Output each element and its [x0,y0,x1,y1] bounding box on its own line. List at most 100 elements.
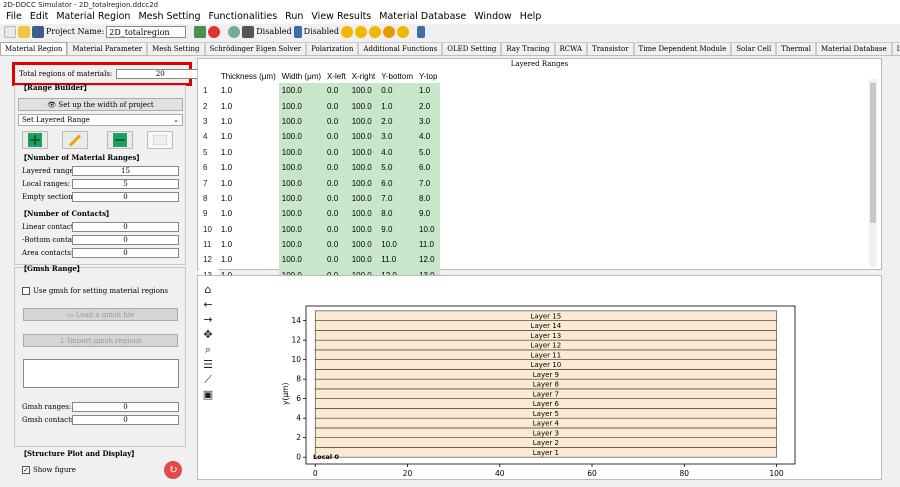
table-cell[interactable]: 1.0 [218,206,279,221]
tab-oled-setting[interactable]: OLED Setting [442,42,502,55]
table-cell[interactable]: 0.0 [324,221,349,237]
column-header[interactable]: Width (μm) [278,70,325,83]
blank-button[interactable] [147,131,173,149]
empty-sections-field[interactable]: 0 [72,192,179,202]
table-cell[interactable]: 7.0 [416,175,441,191]
table-cell[interactable]: 100.0 [278,129,325,145]
use-gmsh-checkbox[interactable] [22,287,30,295]
table-cell[interactable]: 1.0 [218,175,279,190]
menu-item-material-region[interactable]: Material Region [52,10,134,24]
tab-schr-dinger-eigen-solver[interactable]: Schrödinger Eigen Solver [204,42,307,55]
table-cell[interactable]: 6.0 [378,175,416,191]
table-cell[interactable]: 100.0 [278,221,325,237]
open-folder-icon[interactable] [18,26,30,38]
tab-ray-tracing[interactable]: Ray Tracing [501,42,555,55]
table-cell[interactable]: 10.0 [416,221,441,237]
table-cell[interactable]: 0.0 [324,236,349,253]
load-gmsh-button[interactable]: ▭ Load a gmsh file [23,308,178,321]
table-cell[interactable]: 1.0 [218,145,279,160]
row-number[interactable]: 8 [199,190,218,207]
right-scrollbar[interactable] [884,58,894,482]
run-icon[interactable] [341,26,354,38]
table-cell[interactable]: 11.0 [416,236,441,253]
remove-button[interactable] [107,131,133,149]
table-cell[interactable]: 0.0 [324,190,349,207]
table-cell[interactable]: 10.0 [378,236,416,253]
column-header[interactable]: Y-bottom [378,70,416,83]
table-cell[interactable]: 1.0 [218,160,279,175]
table-row[interactable]: 12 1.0 100.0 0.0 100.0 11.0 12.0 [199,252,441,268]
add-button[interactable] [22,131,48,149]
table-cell[interactable]: 100.0 [348,206,379,222]
table-cell[interactable]: 100.0 [348,221,379,237]
bottom-contacts-field[interactable]: 0 [72,235,179,245]
edit-button[interactable] [62,131,88,149]
tab-polarization[interactable]: Polarization [306,42,359,55]
menu-item-file[interactable]: File [2,10,26,24]
table-cell[interactable]: 100.0 [278,159,325,176]
table-cell[interactable]: 100.0 [278,83,325,99]
grid-icon[interactable] [242,26,255,38]
menu-item-mesh-setting[interactable]: Mesh Setting [134,10,204,24]
refresh-plot-button[interactable]: ↻ [164,461,182,479]
table-row[interactable]: 10 1.0 100.0 0.0 100.0 9.0 10.0 [199,221,441,237]
tab-material-parameter[interactable]: Material Parameter [67,42,148,55]
layered-range-select[interactable]: Set Layered Range ⌄ [18,114,183,126]
tab-solar-cell[interactable]: Solar Cell [731,42,777,55]
table-row[interactable]: 5 1.0 100.0 0.0 100.0 4.0 5.0 [199,144,441,160]
table-cell[interactable]: 0.0 [324,206,349,222]
table-cell[interactable]: 1.0 [218,237,279,252]
project-name-input[interactable]: 2D_totalregion [106,26,187,38]
menu-item-view-results[interactable]: View Results [307,10,375,24]
tab-material-region[interactable]: Material Region [0,42,68,55]
row-number[interactable]: 6 [199,159,218,176]
table-row[interactable]: 6 1.0 100.0 0.0 100.0 5.0 6.0 [199,159,441,176]
column-header[interactable]: Y-top [416,70,441,83]
menu-item-functionalities[interactable]: Functionalities [205,10,282,24]
fast-forward-icon[interactable] [369,26,382,38]
table-cell[interactable]: 1.0 [218,83,279,98]
table-cell[interactable]: 100.0 [348,144,379,160]
table-scrollbar[interactable] [869,79,877,267]
table-cell[interactable]: 100.0 [348,252,379,268]
table-cell[interactable]: 0.0 [378,83,416,99]
row-number[interactable]: 4 [199,129,218,145]
table-cell[interactable]: 0.0 [324,252,349,268]
column-header[interactable]: Thickness (μm) [217,70,279,83]
table-cell[interactable]: 4.0 [416,129,441,145]
table-row[interactable]: 1 1.0 100.0 0.0 100.0 0.0 1.0 [199,83,441,99]
new-file-icon[interactable] [4,26,16,38]
table-cell[interactable]: 1.0 [218,129,279,144]
table-cell[interactable]: 0.0 [324,175,349,191]
table-cell[interactable]: 2.0 [378,113,416,130]
menu-item-run[interactable]: Run [281,10,307,24]
table-cell[interactable]: 100.0 [278,236,325,253]
table-cell[interactable]: 2.0 [416,98,441,114]
table-cell[interactable]: 4.0 [378,144,416,160]
save-icon[interactable] [32,26,44,38]
row-number[interactable]: 1 [199,83,218,99]
table-cell[interactable]: 100.0 [348,129,379,145]
table-cell[interactable]: 100.0 [278,98,325,114]
forward-icon[interactable] [355,26,368,38]
table-row[interactable]: 7 1.0 100.0 0.0 100.0 6.0 7.0 [199,175,441,191]
chart-icon[interactable] [417,26,426,38]
clock-icon[interactable] [383,26,396,38]
stop-icon[interactable] [208,26,221,38]
table-row[interactable]: 9 1.0 100.0 0.0 100.0 8.0 9.0 [199,206,441,222]
table-cell[interactable]: 100.0 [278,206,325,222]
table-cell[interactable]: 1.0 [218,222,279,237]
table-cell[interactable]: 1.0 [218,114,279,129]
table-row[interactable]: 11 1.0 100.0 0.0 100.0 10.0 11.0 [199,236,441,253]
tab-transistor[interactable]: Transistor [587,42,634,55]
tab-time-dependent-module[interactable]: Time Dependent Module [633,42,732,55]
table-cell[interactable]: 3.0 [416,113,441,130]
menu-item-window[interactable]: Window [470,10,515,24]
menu-item-help[interactable]: Help [516,10,546,24]
setup-width-button[interactable]: 👁 Set up the width of project [18,98,183,111]
table-cell[interactable]: 1.0 [218,252,279,267]
gmsh-textarea[interactable] [23,359,179,388]
table-cell[interactable]: 100.0 [348,83,379,99]
table-cell[interactable]: 1.0 [416,83,441,99]
table-row[interactable]: 4 1.0 100.0 0.0 100.0 3.0 4.0 [199,129,441,145]
